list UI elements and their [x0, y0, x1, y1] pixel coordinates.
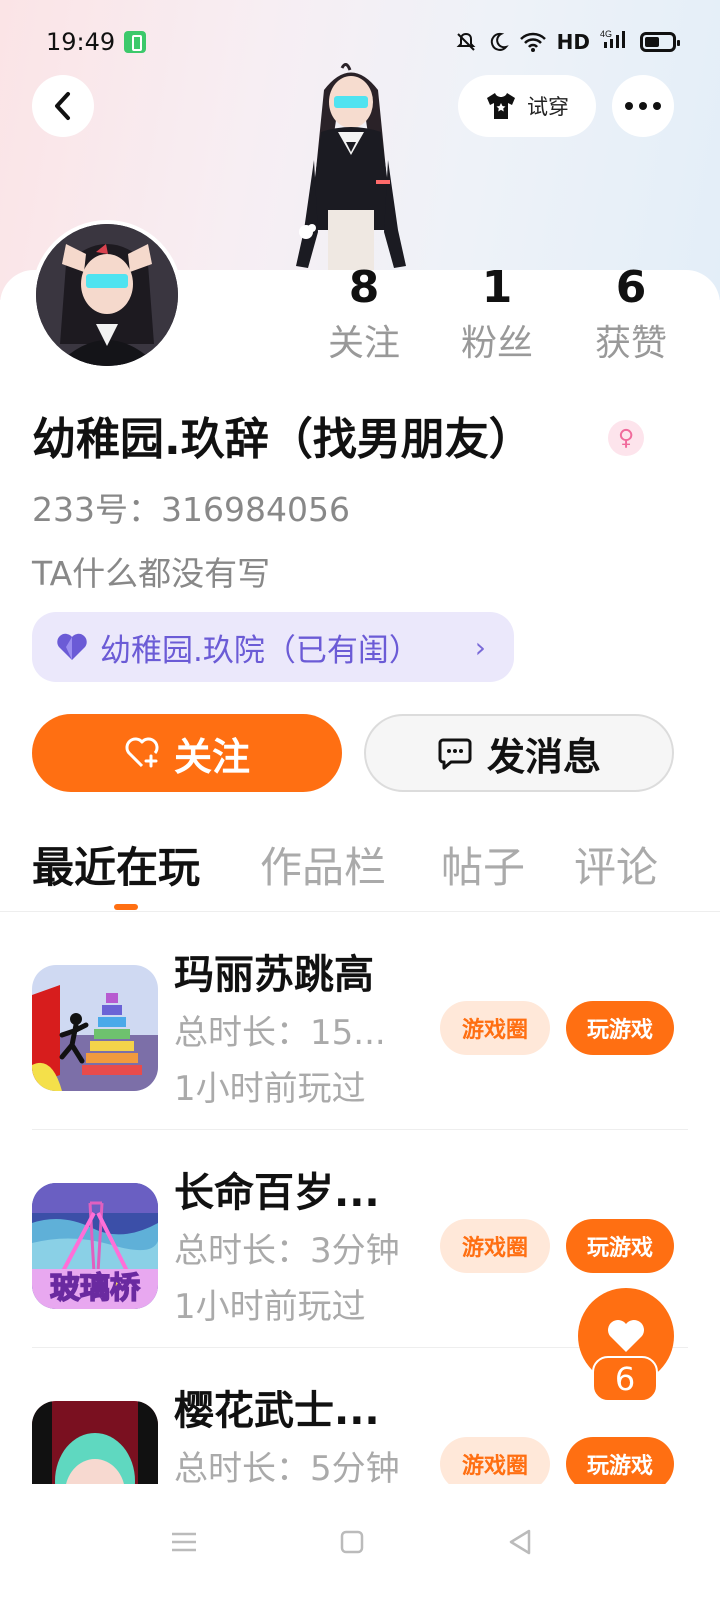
follow-label: 关注 — [173, 734, 250, 779]
user-name: 幼稚园.玖辞（找男朋友） — [32, 414, 533, 465]
family-chip[interactable]: 幼稚园.玖院（已有闺） › — [32, 612, 514, 682]
status-icons: HD 4G — [455, 28, 680, 55]
stat-following[interactable]: 8 关注 — [304, 262, 424, 374]
game-title: 樱花武士... — [174, 1388, 380, 1434]
game-total-time: 总时长：3分钟 — [174, 1231, 398, 1271]
user-bio: TA什么都没有写 — [32, 554, 271, 593]
try-on-button[interactable]: 试穿 — [458, 75, 596, 137]
user-id: 233号：316984056 — [32, 490, 350, 529]
game-thumbnail[interactable] — [32, 1401, 158, 1484]
play-game-button[interactable]: 玩游戏 — [566, 1001, 674, 1055]
stat-followers-label: 粉丝 — [460, 323, 533, 364]
back-arrow-icon — [55, 92, 70, 120]
stat-followers-count: 1 — [481, 262, 513, 313]
game-thumbnail-text: 玻璃桥 — [50, 1271, 140, 1306]
stat-following-count: 8 — [348, 262, 380, 313]
stat-likes[interactable]: 6 获赞 — [571, 262, 691, 374]
more-dots-icon — [625, 102, 661, 110]
female-icon: ♀ — [608, 420, 644, 456]
try-on-label: 试穿 — [527, 95, 569, 119]
send-message-label: 发消息 — [486, 734, 601, 779]
tab-comments[interactable]: 评论 — [574, 836, 658, 900]
home-icon[interactable] — [326, 1516, 378, 1568]
menu-icon[interactable] — [158, 1516, 210, 1568]
svg-text:4G: 4G — [600, 29, 612, 39]
battery-icon — [640, 31, 680, 52]
chevron-right-icon: › — [474, 630, 486, 664]
status-time: 19:49 — [46, 28, 116, 56]
game-last-played: 1小时前玩过 — [174, 1069, 366, 1109]
game-circle-button[interactable]: 游戏圈 — [440, 1219, 550, 1273]
game-total-time: 总时长：15... — [174, 1013, 386, 1053]
follow-button[interactable]: 关注 — [32, 714, 342, 792]
battery-saver-icon — [124, 31, 146, 53]
cell-signal-icon: 4G — [600, 28, 630, 55]
more-options-button[interactable] — [612, 75, 674, 137]
play-game-button[interactable]: 玩游戏 — [566, 1219, 674, 1273]
chat-bubble-icon — [438, 738, 472, 770]
profile-tabs: 最近在玩 作品栏 帖子 评论 — [0, 836, 720, 912]
heart-plus-icon — [125, 737, 159, 768]
stat-following-label: 关注 — [327, 323, 400, 364]
like-count-badge: 6 — [592, 1356, 658, 1402]
stat-followers[interactable]: 1 粉丝 — [437, 262, 557, 374]
play-game-button[interactable]: 玩游戏 — [566, 1437, 674, 1484]
profile-stats: 8 关注 1 粉丝 6 获赞 — [0, 262, 720, 382]
game-last-played: 1小时前玩过 — [174, 1287, 366, 1327]
tab-posts[interactable]: 帖子 — [441, 836, 525, 900]
list-item[interactable]: 玛丽苏跳高 总时长：15... 1小时前玩过 游戏圈 玩游戏 — [0, 912, 720, 1130]
game-thumbnail[interactable]: 玻璃桥 — [32, 1183, 158, 1309]
stat-likes-count: 6 — [615, 262, 647, 313]
mute-bell-icon — [456, 32, 476, 51]
network-hd-label: HD — [556, 29, 590, 54]
stat-likes-label: 获赞 — [594, 323, 667, 364]
game-thumbnail[interactable] — [32, 965, 158, 1091]
game-total-time: 总时长：5分钟 — [174, 1449, 398, 1484]
game-title: 长命百岁... — [174, 1170, 380, 1216]
avatar-3d-figure[interactable] — [276, 60, 426, 272]
shirt-icon — [487, 93, 515, 119]
heart-icon — [608, 1320, 644, 1352]
game-title: 玛丽苏跳高 — [174, 952, 374, 998]
family-chip-label: 幼稚园.玖院（已有闺） — [100, 632, 420, 669]
system-nav-bar — [0, 1484, 720, 1600]
nav-back-icon[interactable] — [494, 1516, 546, 1568]
back-button[interactable] — [32, 75, 94, 137]
tab-recently-played[interactable]: 最近在玩 — [32, 836, 200, 900]
tab-works[interactable]: 作品栏 — [260, 836, 386, 900]
active-tab-indicator — [114, 904, 138, 910]
wifi-icon — [519, 32, 546, 52]
moon-icon — [490, 32, 509, 51]
game-circle-button[interactable]: 游戏圈 — [440, 1001, 550, 1055]
game-circle-button[interactable]: 游戏圈 — [440, 1437, 550, 1484]
send-message-button[interactable]: 发消息 — [364, 714, 674, 792]
heart-icon — [57, 633, 87, 660]
